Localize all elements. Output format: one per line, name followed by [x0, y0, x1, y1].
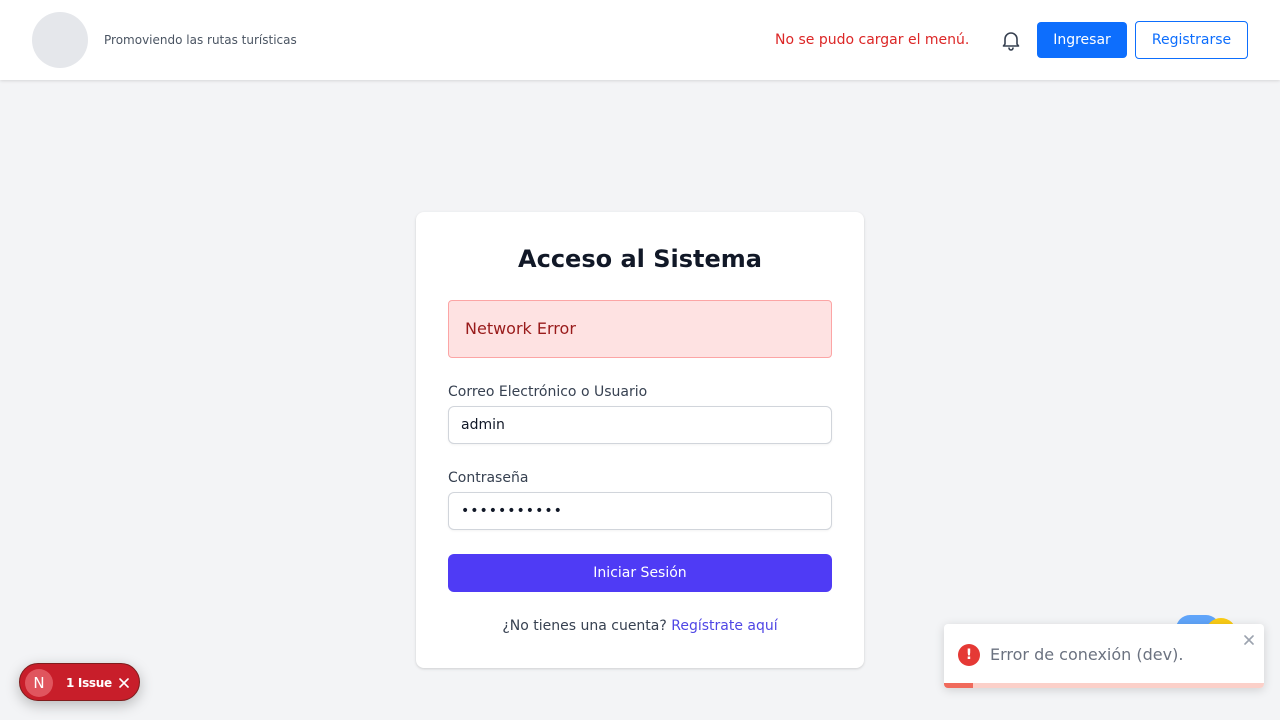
login-card: Acceso al Sistema Network Error Correo E… — [416, 212, 864, 668]
close-icon[interactable] — [114, 673, 134, 693]
toast-progress-track — [944, 683, 1264, 688]
register-button[interactable]: Registrarse — [1135, 21, 1248, 59]
signup-prompt-text: ¿No tienes una cuenta? — [502, 618, 667, 634]
issues-badge[interactable]: N 1 Issue — [19, 663, 140, 701]
login-submit-button[interactable]: Iniciar Sesión — [448, 554, 832, 592]
issues-count: 1 Issue — [66, 676, 112, 690]
close-icon[interactable] — [1242, 632, 1256, 646]
bell-icon[interactable] — [999, 28, 1023, 52]
error-toast: ! Error de conexión (dev). — [944, 624, 1264, 688]
toast-message: Error de conexión (dev). — [990, 645, 1184, 664]
signup-prompt: ¿No tienes una cuenta? Regístrate aquí — [416, 616, 864, 636]
logo-placeholder[interactable] — [32, 12, 88, 68]
password-field[interactable] — [448, 492, 832, 530]
login-button[interactable]: Ingresar — [1037, 22, 1127, 58]
signup-link[interactable]: Regístrate aquí — [671, 618, 777, 634]
error-alert: Network Error — [448, 300, 832, 358]
email-field[interactable] — [448, 406, 832, 444]
error-icon: ! — [958, 644, 980, 666]
toast-progress-bar — [944, 683, 973, 688]
email-label: Correo Electrónico o Usuario — [448, 384, 648, 400]
top-navbar: Promoviendo las rutas turísticas No se p… — [0, 0, 1280, 80]
password-label: Contraseña — [448, 470, 529, 486]
page-title: Acceso al Sistema — [518, 245, 762, 273]
site-tagline: Promoviendo las rutas turísticas — [104, 33, 297, 47]
menu-load-error: No se pudo cargar el menú. — [775, 32, 970, 48]
nextjs-logo-icon: N — [25, 669, 53, 697]
